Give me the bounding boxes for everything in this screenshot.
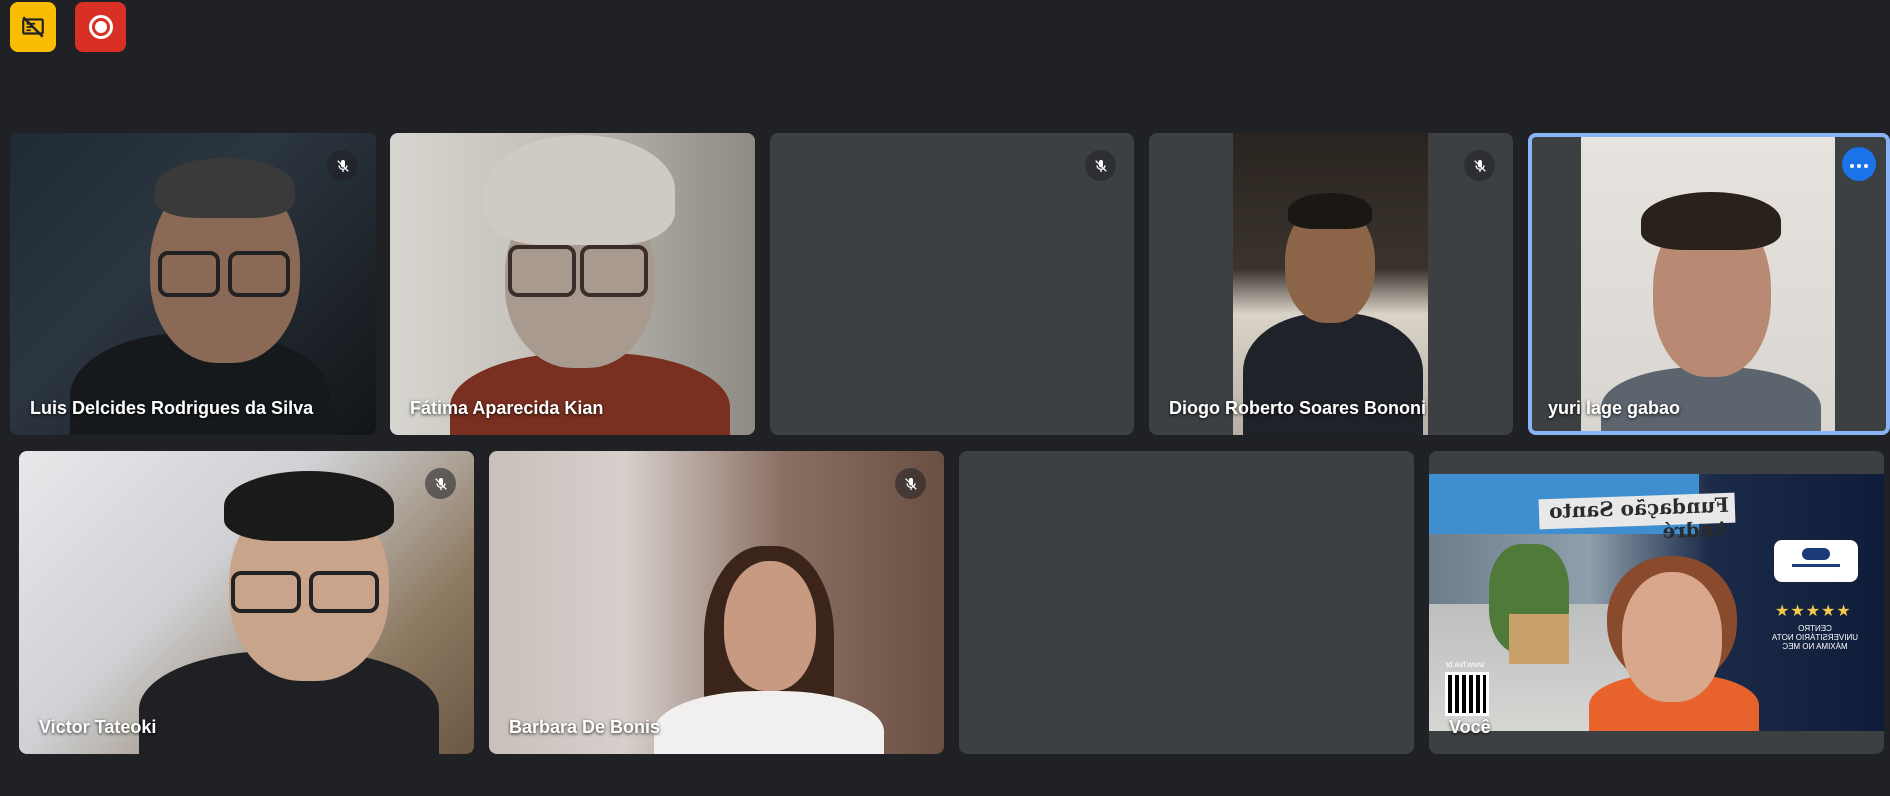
self-video: Fundação Santo André ★★★★★ CENTRO UNIVER… [1429,474,1884,731]
sign-text: Fundação Santo André [1538,492,1736,543]
record-icon [88,15,113,39]
recording-button[interactable] [75,2,126,52]
participant-tile[interactable]: Diogo Roberto Soares Bononi [1149,133,1513,435]
participant-video [1581,137,1835,431]
participant-video [1233,133,1428,435]
participant-tile-active[interactable]: yuri lage gabao [1528,133,1890,435]
mic-off-icon [336,159,349,172]
mic-off-button[interactable] [425,468,456,499]
mic-off-button[interactable] [1464,150,1495,181]
participant-video [390,133,755,435]
mic-off-icon [434,477,447,490]
no-cast-button[interactable] [10,2,56,52]
rating-stars: ★★★★★ [1775,603,1852,620]
fsa-logo [1774,540,1858,582]
mic-off-icon [904,477,917,490]
mic-off-button[interactable] [327,150,358,181]
participant-tile[interactable]: Luis Delcides Rodrigues da Silva [10,133,376,435]
mic-off-button[interactable] [1085,150,1116,181]
self-view-tile[interactable]: Fundação Santo André ★★★★★ CENTRO UNIVER… [1429,451,1884,754]
banner-caption: CENTRO UNIVERSITÁRIO NOTA MÁXIMA NO MEC [1771,624,1859,651]
participant-tile[interactable] [770,133,1134,435]
participant-video [489,451,944,754]
participant-name: Barbara De Bonis [509,717,661,737]
no-cast-icon [22,16,44,38]
participant-name: Fátima Aparecida Kian [410,398,604,418]
participant-name: yuri lage gabao [1548,398,1681,418]
participant-tile[interactable]: Fátima Aparecida Kian [390,133,755,435]
qr-code [1445,672,1489,716]
mic-off-button[interactable] [895,468,926,499]
participant-tile[interactable]: Victor Tateoki [19,451,474,754]
mic-off-icon [1473,159,1486,172]
participant-video [10,133,376,435]
participant-name: Diogo Roberto Soares Bononi [1169,398,1427,418]
site-url: www.fsa.br [1445,660,1485,669]
participant-tile[interactable] [959,451,1414,754]
mic-off-icon [1094,159,1107,172]
participant-name: Luis Delcides Rodrigues da Silva [30,398,314,418]
more-horizontal-icon [1849,155,1870,173]
participant-tile[interactable]: Barbara De Bonis [489,451,944,754]
participant-video [19,451,474,754]
more-options-button[interactable] [1842,147,1876,181]
participant-name: Você [1449,717,1491,737]
participant-name: Victor Tateoki [39,717,157,737]
